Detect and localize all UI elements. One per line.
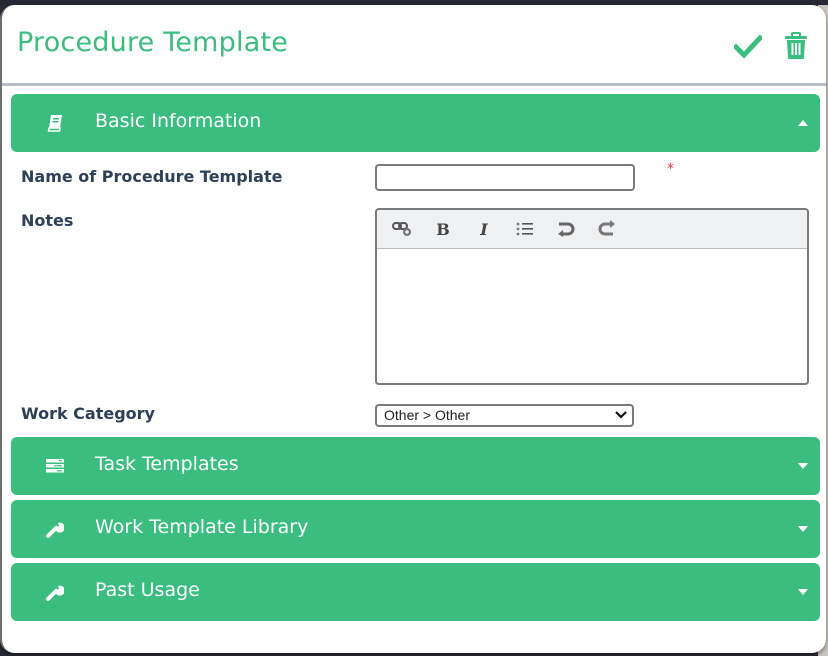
undo-icon bbox=[558, 222, 575, 237]
section-label: Basic Information bbox=[95, 110, 262, 132]
notes-label: Notes bbox=[21, 211, 74, 230]
notes-textarea[interactable] bbox=[377, 249, 807, 383]
work-category-select[interactable]: Other > Other bbox=[375, 404, 634, 427]
link-icon bbox=[392, 222, 411, 236]
work-category-label: Work Category bbox=[21, 404, 155, 423]
wrench-icon bbox=[45, 519, 65, 539]
work-category-value: Other > Other bbox=[384, 407, 470, 423]
chevron-down-icon bbox=[615, 411, 627, 419]
name-label: Name of Procedure Template bbox=[21, 167, 283, 186]
redo-icon bbox=[598, 220, 615, 236]
bulleted-list-button[interactable] bbox=[512, 216, 538, 242]
italic-button[interactable]: I bbox=[471, 216, 497, 242]
section-basic-information[interactable]: Basic Information bbox=[11, 94, 820, 152]
insert-link-button[interactable] bbox=[389, 216, 415, 242]
bold-icon: B bbox=[436, 219, 450, 239]
notes-editor: B I bbox=[375, 208, 809, 385]
wrench-icon bbox=[45, 582, 65, 602]
delete-button[interactable] bbox=[780, 31, 812, 61]
section-work-template-library[interactable]: Work Template Library bbox=[11, 500, 820, 558]
section-task-templates[interactable]: Task Templates bbox=[11, 437, 820, 495]
italic-icon: I bbox=[480, 219, 488, 239]
section-past-usage[interactable]: Past Usage bbox=[11, 563, 820, 621]
save-button[interactable] bbox=[732, 31, 764, 61]
checkmark-icon bbox=[734, 34, 762, 58]
trash-icon bbox=[785, 32, 807, 59]
editor-toolbar: B I bbox=[377, 210, 807, 249]
caret-up-icon bbox=[798, 120, 808, 126]
section-label: Past Usage bbox=[95, 579, 200, 601]
caret-down-icon bbox=[798, 526, 808, 532]
section-label: Task Templates bbox=[95, 453, 239, 475]
bold-button[interactable]: B bbox=[430, 216, 456, 242]
section-label: Work Template Library bbox=[95, 516, 309, 538]
caret-down-icon bbox=[798, 589, 808, 595]
redo-button[interactable] bbox=[594, 216, 620, 242]
caret-down-icon bbox=[798, 463, 808, 469]
modal-title: Procedure Template bbox=[17, 27, 289, 58]
name-input[interactable] bbox=[375, 164, 635, 191]
bulleted-list-icon bbox=[516, 222, 533, 236]
modal-header: Procedure Template bbox=[2, 5, 826, 86]
procedure-template-modal: Procedure Template Basic Information Nam… bbox=[0, 5, 826, 653]
book-icon bbox=[45, 113, 65, 133]
required-marker: * bbox=[667, 161, 674, 177]
server-icon bbox=[45, 456, 65, 476]
undo-button[interactable] bbox=[553, 216, 579, 242]
